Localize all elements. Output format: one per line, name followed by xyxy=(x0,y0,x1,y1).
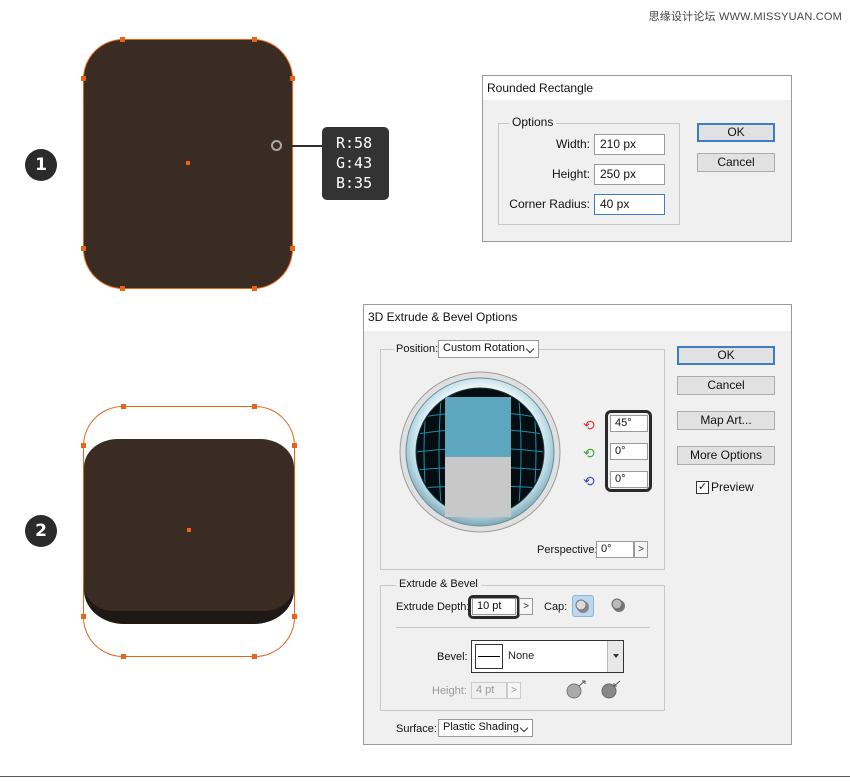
dialog-title: 3D Extrude & Bevel Options xyxy=(364,305,791,331)
corner-radius-label: Corner Radius: xyxy=(509,197,590,211)
position-value: Custom Rotation xyxy=(443,342,525,354)
dialog-title: Rounded Rectangle xyxy=(483,76,791,100)
rounded-rectangle-dialog: Rounded Rectangle Options Width: 210 px … xyxy=(482,75,792,242)
anchor-point[interactable] xyxy=(81,76,86,81)
surface-dropdown[interactable]: Plastic Shading xyxy=(438,719,533,737)
perspective-input[interactable]: 0° xyxy=(596,541,634,558)
anchor-point[interactable] xyxy=(252,286,257,291)
bottom-divider xyxy=(0,776,850,777)
anchor-point[interactable] xyxy=(292,443,297,448)
more-options-button[interactable]: More Options xyxy=(677,446,775,465)
chevron-down-icon xyxy=(607,641,623,672)
bevel-height-arrow-button[interactable]: > xyxy=(507,682,521,699)
step-badge-1: 1 xyxy=(25,149,57,181)
surface-label: Surface: xyxy=(396,723,437,735)
bevel-height-input[interactable]: 4 pt xyxy=(471,682,507,699)
bevel-dropdown[interactable]: None xyxy=(471,640,624,673)
anchor-point[interactable] xyxy=(121,404,126,409)
rotation-trackball[interactable] xyxy=(398,370,563,535)
chevron-down-icon xyxy=(525,344,535,354)
cap-label: Cap: xyxy=(544,601,568,613)
width-input[interactable]: 210 px xyxy=(594,134,665,155)
anchor-point[interactable] xyxy=(120,37,125,42)
corner-radius-input[interactable]: 40 px xyxy=(594,194,665,215)
bevel-label: Bevel: xyxy=(437,651,468,663)
anchor-point[interactable] xyxy=(252,654,257,659)
ok-button[interactable]: OK xyxy=(697,123,775,142)
cancel-button[interactable]: Cancel xyxy=(697,153,775,172)
anchor-point[interactable] xyxy=(81,614,86,619)
preview-label: Preview xyxy=(711,480,754,494)
perspective-label: Perspective: xyxy=(537,544,598,556)
extrude-depth-label: Extrude Depth: xyxy=(396,601,470,613)
callout-line xyxy=(276,145,324,147)
watermark: 思缘设计论坛 WWW.MISSYUAN.COM xyxy=(648,11,842,23)
cap-on-button[interactable] xyxy=(572,595,594,617)
chevron-down-icon xyxy=(519,723,529,733)
red-value: R:58 xyxy=(336,134,373,152)
step-badge-2: 2 xyxy=(25,515,57,547)
extrude-bevel-group-title: Extrude & Bevel xyxy=(396,578,481,590)
position-dropdown[interactable]: Custom Rotation xyxy=(438,340,539,358)
anchor-point[interactable] xyxy=(81,443,86,448)
green-value: G:43 xyxy=(336,154,373,172)
anchor-point[interactable] xyxy=(290,76,295,81)
center-point xyxy=(186,161,190,165)
y-rotation-input[interactable]: 0° xyxy=(610,443,648,460)
height-label: Height: xyxy=(551,167,590,181)
surface-value: Plastic Shading xyxy=(443,721,519,733)
z-axis-rotate-icon: ⟲ xyxy=(583,473,595,489)
anchor-point[interactable] xyxy=(121,654,126,659)
anchor-point[interactable] xyxy=(81,246,86,251)
anchor-point[interactable] xyxy=(292,614,297,619)
options-group-title: Options xyxy=(509,115,557,129)
bevel-out-icon[interactable] xyxy=(564,679,588,701)
preview-checkbox[interactable]: ✓ xyxy=(696,481,709,494)
extrude-depth-input[interactable]: 10 pt xyxy=(472,598,516,615)
depth-arrow-button[interactable]: > xyxy=(519,598,533,615)
extrude-bevel-dialog: 3D Extrude & Bevel Options Position: Cus… xyxy=(363,304,792,745)
anchor-point[interactable] xyxy=(252,37,257,42)
anchor-point[interactable] xyxy=(252,404,257,409)
position-label: Position: xyxy=(394,343,441,355)
bevel-value: None xyxy=(508,650,535,662)
z-rotation-input[interactable]: 0° xyxy=(610,471,648,488)
cap-off-button[interactable] xyxy=(608,595,630,617)
y-axis-rotate-icon: ⟲ xyxy=(583,445,595,461)
cap-on-icon xyxy=(575,599,589,613)
x-rotation-input[interactable]: 45° xyxy=(610,415,648,432)
anchor-point[interactable] xyxy=(120,286,125,291)
cancel-button[interactable]: Cancel xyxy=(677,376,775,395)
bevel-in-icon[interactable] xyxy=(599,679,623,701)
x-axis-rotate-icon: ⟲ xyxy=(583,417,595,433)
divider xyxy=(396,627,650,628)
color-sample-dot xyxy=(271,140,282,151)
blue-value: B:35 xyxy=(336,174,373,192)
anchor-point[interactable] xyxy=(290,246,295,251)
map-art-button[interactable]: Map Art... xyxy=(677,411,775,430)
height-input[interactable]: 250 px xyxy=(594,164,665,185)
bevel-preview-icon xyxy=(475,644,503,669)
width-label: Width: xyxy=(555,137,590,151)
center-point xyxy=(187,528,191,532)
ok-button[interactable]: OK xyxy=(677,346,775,365)
rgb-callout: R:58 G:43 B:35 xyxy=(322,127,389,200)
perspective-arrow-button[interactable]: > xyxy=(634,541,648,558)
bevel-height-label: Height: xyxy=(432,685,467,697)
cap-off-icon xyxy=(611,598,625,612)
